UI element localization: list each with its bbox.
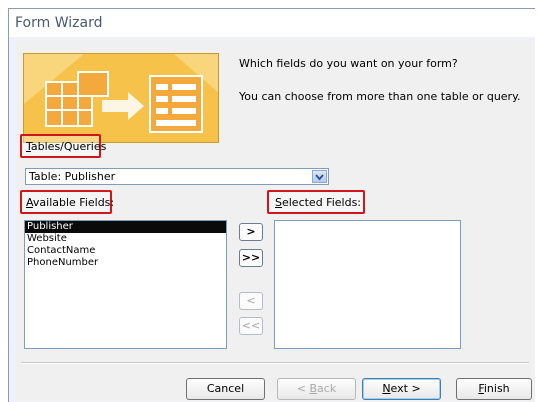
add-all-fields-button[interactable]: >>: [239, 249, 263, 267]
wizard-client-area: Which fields do you want on your form? Y…: [17, 39, 533, 401]
selected-fields-highlight: Selected Fields:: [267, 190, 365, 214]
intro-question: Which fields do you want on your form?: [239, 57, 458, 70]
remove-field-button[interactable]: <: [239, 292, 263, 310]
selected-fields-list[interactable]: [274, 220, 461, 349]
next-button[interactable]: Next >: [362, 378, 441, 400]
available-fields-list[interactable]: Publisher Website ContactName PhoneNumbe…: [24, 220, 227, 349]
finish-button[interactable]: Finish: [456, 378, 532, 400]
intro-hint: You can choose from more than one table …: [239, 90, 521, 103]
tables-queries-combobox[interactable]: Table: Publisher: [25, 168, 329, 185]
title-bar: Form Wizard: [9, 9, 536, 37]
back-button[interactable]: < Back: [277, 378, 356, 400]
wizard-illustration: [23, 53, 219, 143]
remove-all-fields-button[interactable]: <<: [239, 317, 263, 335]
list-item-contactname[interactable]: ContactName: [25, 245, 226, 257]
tables-queries-label: Tables/Queries: [26, 140, 107, 153]
window-title: Form Wizard: [15, 15, 103, 31]
list-item-phonenumber[interactable]: PhoneNumber: [25, 257, 226, 269]
cancel-button[interactable]: Cancel: [186, 378, 265, 400]
tables-queries-value: Table: Publisher: [29, 170, 116, 183]
form-wizard-window: Form Wizard Which fields do you want on …: [8, 8, 536, 402]
available-fields-label: Available Fields:: [26, 196, 115, 209]
add-field-button[interactable]: >: [239, 223, 263, 241]
chevron-down-icon[interactable]: [312, 170, 327, 183]
list-item-publisher[interactable]: Publisher: [25, 221, 226, 233]
selected-fields-label: Selected Fields:: [275, 196, 362, 209]
button-separator: [21, 362, 529, 364]
fields-to-form-graphic: [24, 54, 218, 142]
tables-queries-highlight: Tables/Queries: [20, 134, 106, 158]
list-item-website[interactable]: Website: [25, 233, 226, 245]
available-fields-highlight: Available Fields:: [20, 190, 115, 214]
